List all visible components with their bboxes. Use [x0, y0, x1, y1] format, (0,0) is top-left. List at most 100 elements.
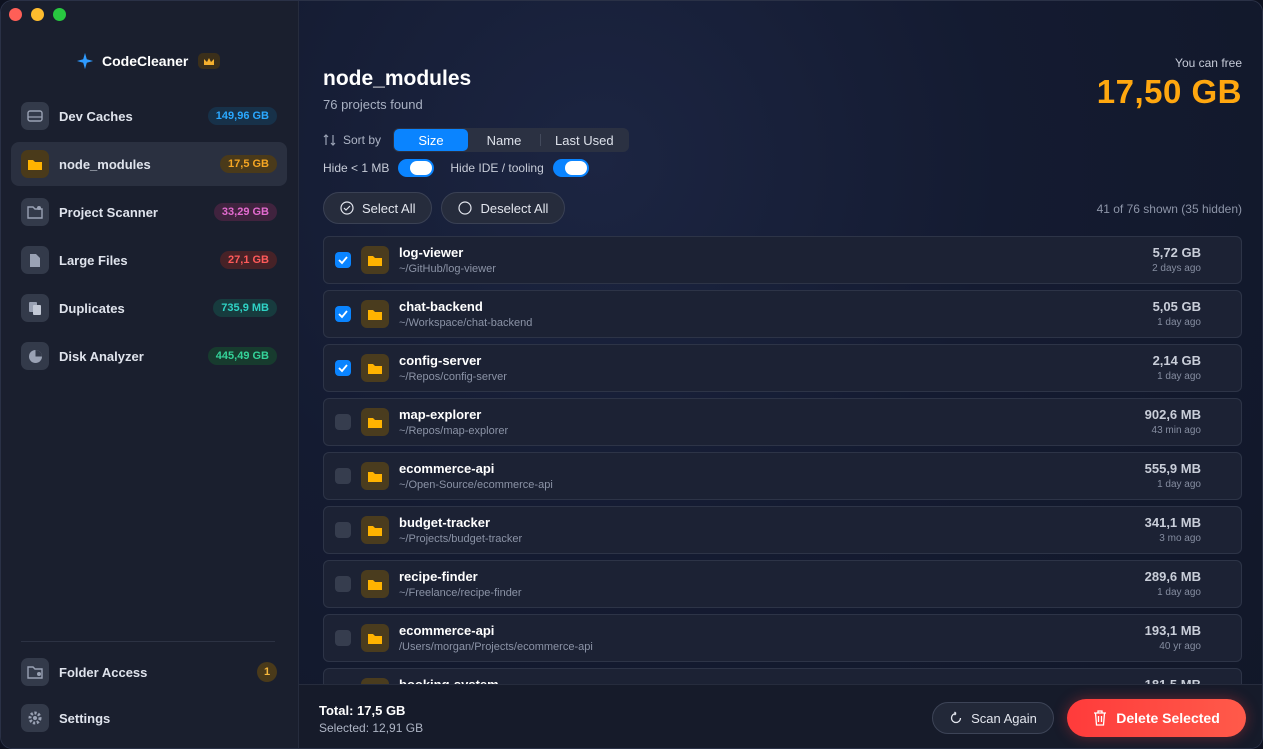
project-last-used: 1 day ago: [1157, 587, 1201, 598]
sidebar-item-large-files[interactable]: Large Files 27,1 GB: [11, 238, 287, 282]
project-row[interactable]: config-server ~/Repos/config-server 2,14 G…: [323, 344, 1242, 392]
sidebar-item-folder-access[interactable]: Folder Access 1: [11, 651, 287, 693]
sparkle-icon: [76, 52, 94, 70]
sidebar-nav: Dev Caches 149,96 GB node_modules 17,5 GB Pr…: [11, 94, 287, 382]
row-checkbox[interactable]: [335, 522, 351, 538]
folder-icon: [361, 624, 389, 652]
sort-option-size[interactable]: Size: [394, 129, 469, 151]
row-checkbox[interactable]: [335, 576, 351, 592]
shown-count: 41 of 76 shown (35 hidden): [1096, 202, 1242, 216]
row-checkbox[interactable]: [335, 468, 351, 484]
sidebar-item-label: node_modules: [59, 156, 151, 172]
project-path: ~/Projects/budget-tracker: [399, 533, 523, 545]
project-path: ~/Repos/map-explorer: [399, 425, 509, 437]
project-row[interactable]: chat-backend ~/Workspace/chat-backend 5,05…: [323, 290, 1242, 338]
sidebar-item-label: Folder Access: [59, 664, 148, 680]
filter-toggles: Hide < 1 MB Hide IDE / tooling: [323, 159, 605, 177]
project-row[interactable]: ecommerce-api ~/Open-Source/ecommerce-api…: [323, 452, 1242, 500]
project-size: 5,72 GB: [1152, 245, 1201, 260]
duplicate-icon: [21, 294, 49, 322]
sort-controls: Sort by Size Name Last Used: [323, 128, 629, 152]
project-row[interactable]: map-explorer ~/Repos/map-explorer 902,6 MB…: [323, 398, 1242, 446]
scan-again-label: Scan Again: [971, 710, 1037, 726]
select-all-button[interactable]: Select All: [323, 192, 433, 224]
sidebar-item-project-scanner[interactable]: Project Scanner 33,29 GB: [11, 190, 287, 234]
sidebar-item-label: Disk Analyzer: [59, 348, 144, 364]
project-name: ecommerce-api: [399, 461, 495, 476]
project-size: 555,9 MB: [1144, 461, 1201, 476]
project-name: chat-backend: [399, 299, 483, 314]
deselect-all-button[interactable]: Deselect All: [441, 192, 566, 224]
folder-icon: [21, 150, 49, 178]
sidebar-item-dev-caches[interactable]: Dev Caches 149,96 GB: [11, 94, 287, 138]
minimize-window-button[interactable]: [31, 8, 44, 21]
size-badge: 27,1 GB: [220, 251, 277, 269]
scan-again-button[interactable]: Scan Again: [932, 702, 1054, 734]
document-icon: [21, 246, 49, 274]
hide-small-toggle[interactable]: [398, 159, 435, 177]
footer-bar: Total: 17,5 GB Selected: 12,91 GB Scan A…: [299, 684, 1262, 748]
sidebar-item-disk-analyzer[interactable]: Disk Analyzer 445,49 GB: [11, 334, 287, 378]
crown-icon: [198, 53, 221, 69]
project-name: ecommerce-api: [399, 623, 495, 638]
project-row[interactable]: ecommerce-api/Users/morgan/Projects/ecom…: [323, 614, 1242, 662]
size-badge: 149,96 GB: [207, 107, 277, 125]
sidebar: CodeCleaner Dev Caches 149,96 GB node_modu…: [1, 1, 299, 748]
projects-found: 76 projects found: [323, 97, 423, 112]
hide-ide-toggle[interactable]: [552, 159, 589, 177]
sidebar-item-duplicates[interactable]: Duplicates 735,9 MB: [11, 286, 287, 330]
project-last-used: 43 min ago: [1151, 425, 1201, 436]
project-name: map-explorer: [399, 407, 482, 422]
project-path: ~/Freelance/recipe-finder: [399, 587, 522, 599]
project-row[interactable]: budget-tracker ~/Projects/budget-tracker 3…: [323, 506, 1242, 554]
project-path: ~/GitHub/log-viewer: [399, 263, 496, 275]
free-value: 17,50 GB: [1096, 73, 1242, 110]
folder-icon: [361, 462, 389, 490]
project-last-used: 2 days ago: [1152, 263, 1201, 274]
sort-option-last-used[interactable]: Last Used: [541, 129, 628, 151]
project-name: budget-tracker: [399, 515, 491, 530]
project-row[interactable]: recipe-finder ~/Freelance/recipe-finder 28…: [323, 560, 1242, 608]
sidebar-item-node-modules[interactable]: node_modules 17,5 GB: [11, 142, 287, 186]
row-checkbox[interactable]: [335, 414, 351, 430]
project-path: ~/Open-Source/ecommerce-api: [399, 479, 553, 491]
close-window-button[interactable]: [9, 8, 22, 21]
free-label: You can free: [1175, 56, 1242, 70]
project-last-used: 1 day ago: [1157, 371, 1201, 382]
project-last-used: 3 mo ago: [1159, 533, 1201, 544]
folder-icon: [361, 354, 389, 382]
delete-selected-button[interactable]: Delete Selected: [1067, 699, 1246, 737]
page-title: node_modules: [323, 67, 472, 90]
main-panel: node_modules 76 projects found You can f…: [299, 1, 1262, 748]
project-size: 289,6 MB: [1144, 569, 1201, 584]
project-row[interactable]: log-viewer ~/GitHub/log-viewer 5,72 GB 2 da…: [323, 236, 1242, 284]
select-all-label: Select All: [362, 200, 416, 216]
checkmark-icon: [338, 256, 348, 265]
project-row[interactable]: booking-system 181,5 MB: [323, 668, 1242, 684]
project-list: log-viewer ~/GitHub/log-viewer 5,72 GB 2 da…: [323, 236, 1242, 684]
project-size: 193,1 MB: [1144, 623, 1201, 638]
row-checkbox[interactable]: [335, 306, 351, 322]
total-size: Total: 17,5 GB: [319, 703, 406, 718]
project-size: 341,1 MB: [1144, 515, 1201, 530]
delete-selected-label: Delete Selected: [1116, 710, 1220, 726]
folder-lock-icon: [21, 658, 49, 686]
checkmark-icon: [338, 310, 348, 319]
size-badge: 445,49 GB: [207, 347, 277, 365]
project-name: config-server: [399, 353, 482, 368]
project-size: 5,05 GB: [1152, 299, 1201, 314]
sidebar-item-settings[interactable]: Settings: [11, 697, 287, 739]
checkmark-icon: [338, 364, 348, 373]
row-checkbox[interactable]: [335, 252, 351, 268]
row-checkbox[interactable]: [335, 630, 351, 646]
selection-buttons: Select All Deselect All: [323, 192, 566, 224]
folder-icon: [361, 246, 389, 274]
row-checkbox[interactable]: [335, 360, 351, 376]
window-controls: [9, 8, 66, 21]
gear-icon: [21, 704, 49, 732]
sort-segmented-control: Size Name Last Used: [393, 128, 629, 152]
check-circle-icon: [340, 201, 354, 215]
sort-option-name[interactable]: Name: [468, 129, 540, 151]
zoom-window-button[interactable]: [53, 8, 66, 21]
brand: CodeCleaner: [76, 52, 221, 70]
